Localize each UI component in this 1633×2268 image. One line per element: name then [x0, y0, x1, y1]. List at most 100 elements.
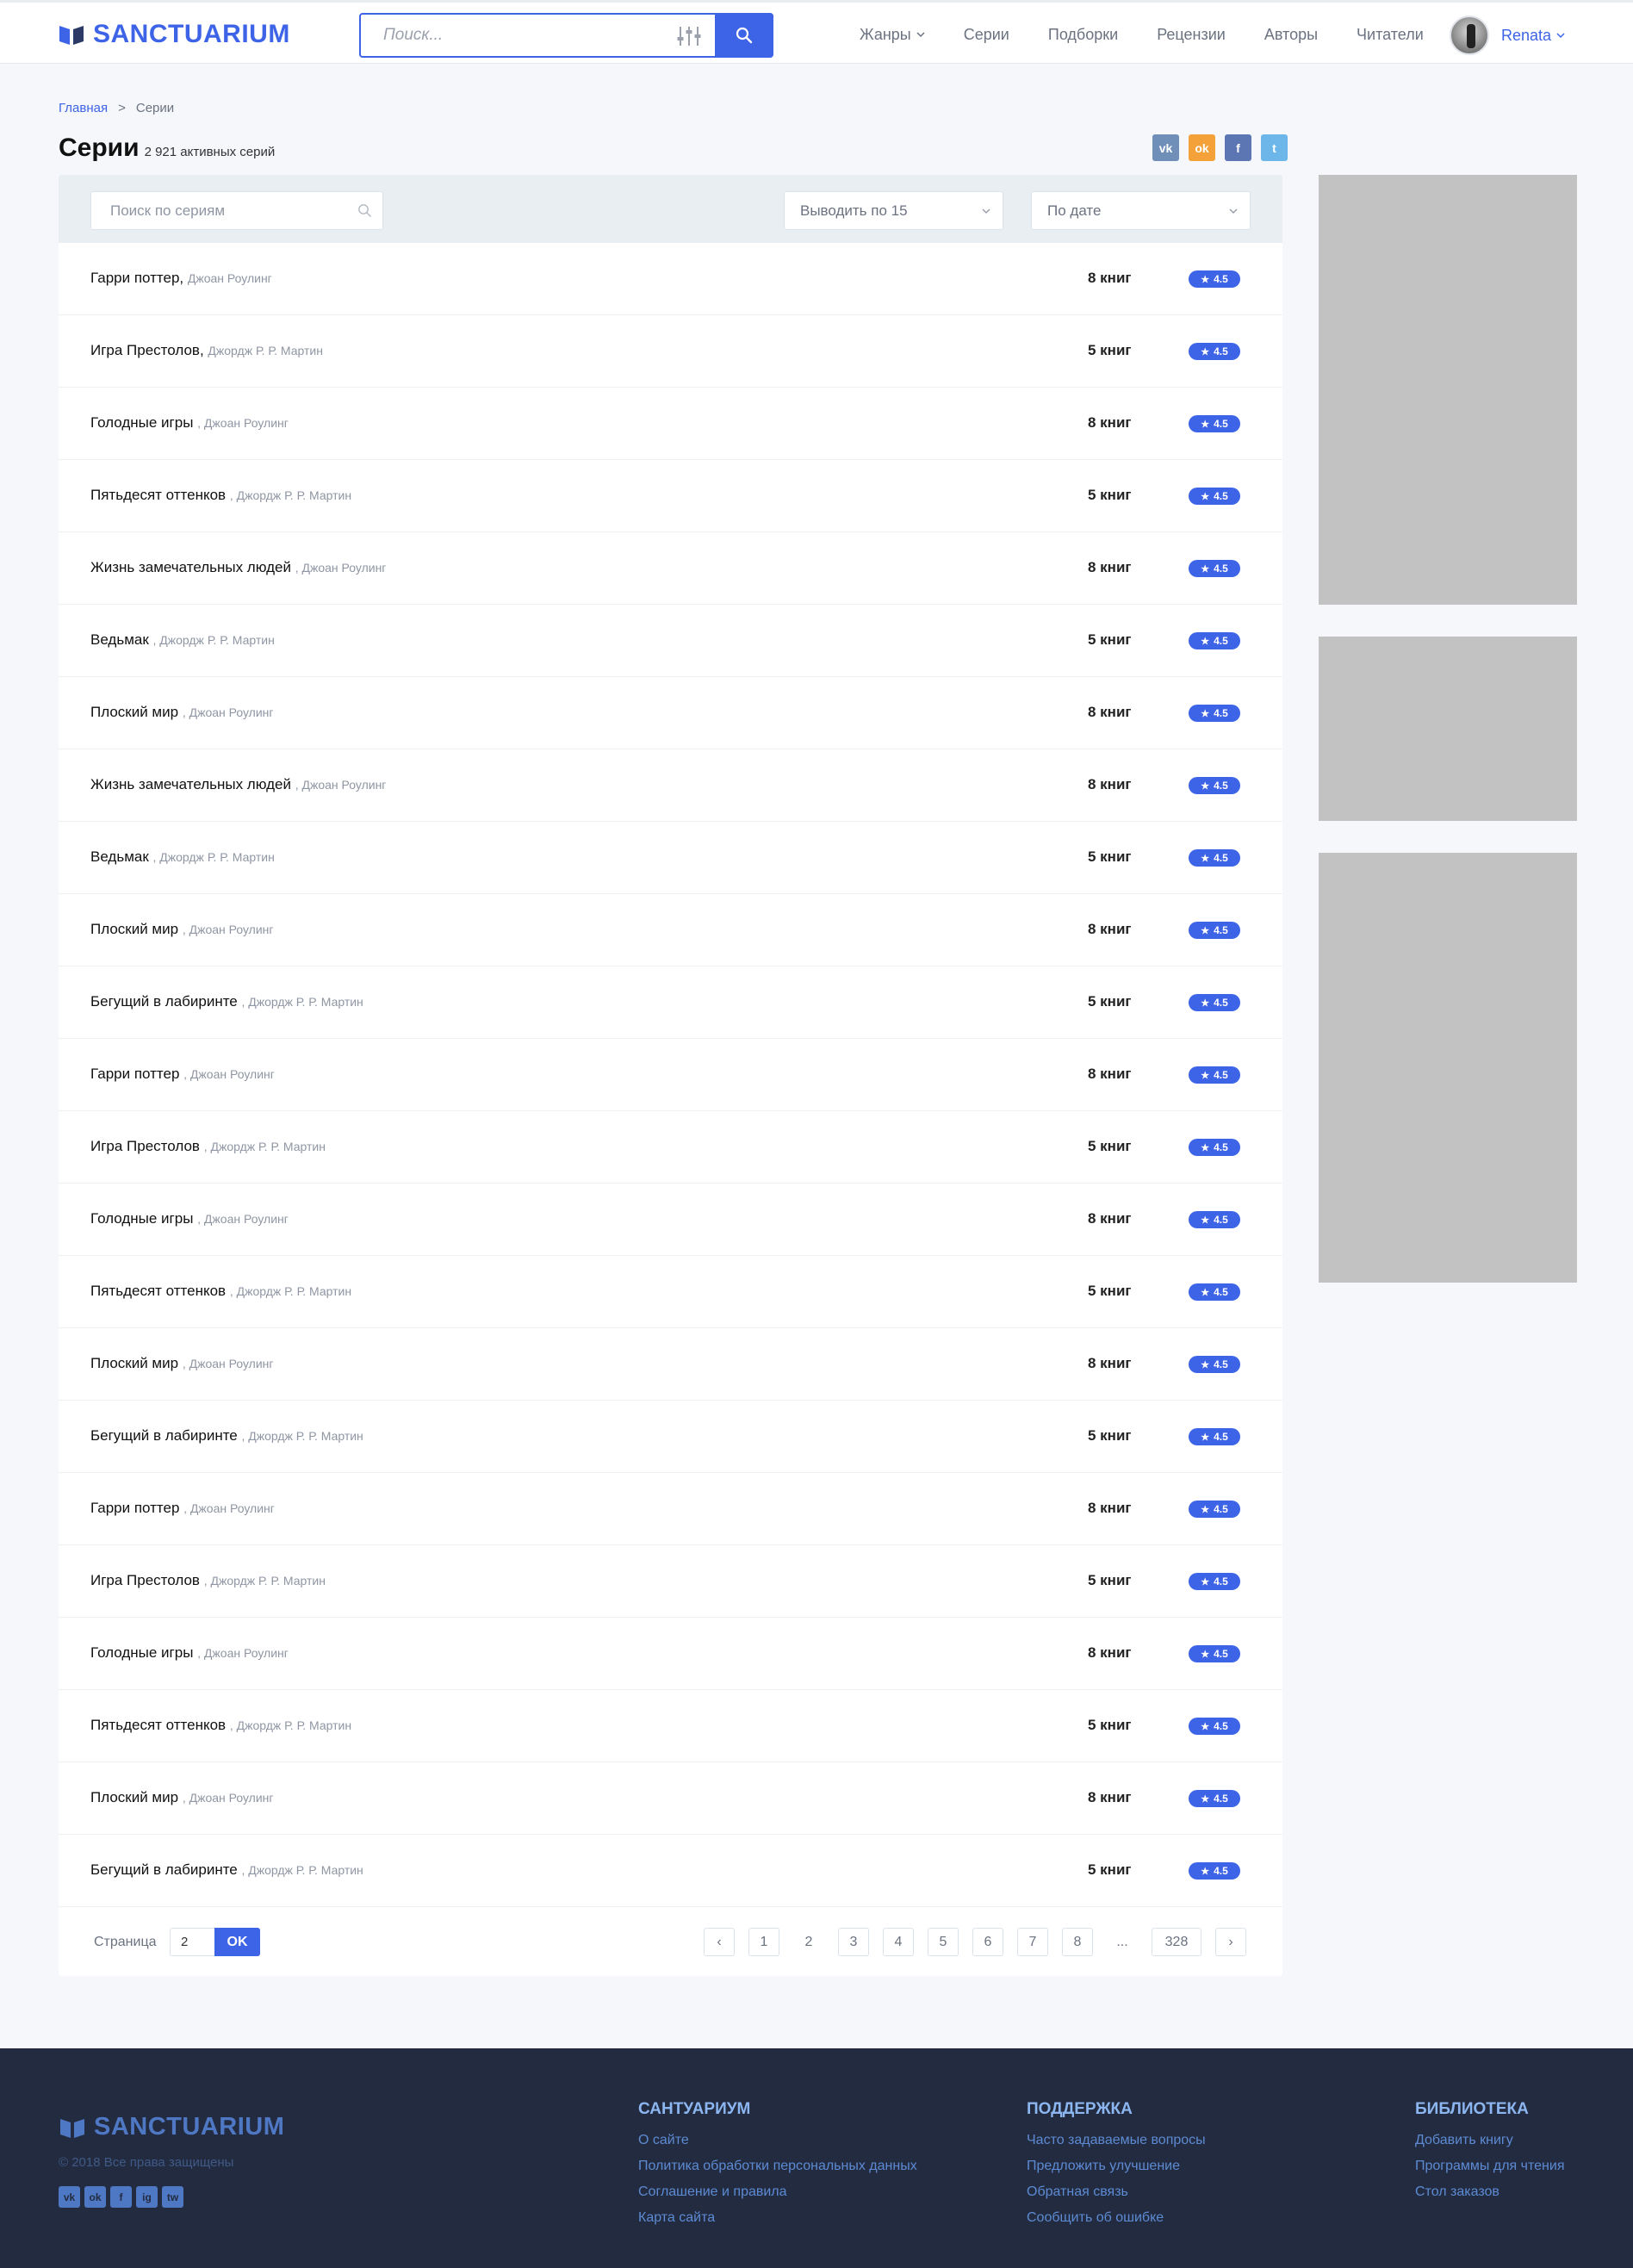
series-author[interactable]: , Джордж Р. Р. Мартин [204, 1140, 326, 1153]
pagination-page[interactable]: 5 [928, 1928, 959, 1956]
series-author[interactable]: , Джоан Роулинг [183, 705, 274, 719]
series-name[interactable]: Жизнь замечательных людей [90, 776, 291, 792]
series-row[interactable]: Бегущий в лабиринте , Джордж Р. Р. Марти… [59, 966, 1282, 1039]
series-title[interactable]: Жизнь замечательных людей , Джоан Роулин… [90, 559, 386, 576]
series-title[interactable]: Бегущий в лабиринте , Джордж Р. Р. Марти… [90, 1427, 363, 1445]
series-row[interactable]: Плоский мир , Джоан Роулинг 8 книг ★ 4.5 [59, 677, 1282, 749]
series-title[interactable]: Плоский мир , Джоан Роулинг [90, 921, 274, 938]
footer-link[interactable]: Политика обработки персональных данных [638, 2159, 917, 2174]
series-row[interactable]: Бегущий в лабиринте , Джордж Р. Р. Марти… [59, 1835, 1282, 1907]
nav-collections[interactable]: Подборки [1048, 26, 1118, 44]
series-title[interactable]: Голодные игры , Джоан Роулинг [90, 1644, 289, 1662]
series-search-input[interactable] [91, 192, 382, 229]
series-row[interactable]: Плоский мир , Джоан Роулинг 8 книг ★ 4.5 [59, 894, 1282, 966]
series-author[interactable]: , Джордж Р. Р. Мартин [153, 850, 275, 864]
series-row[interactable]: Жизнь замечательных людей , Джоан Роулин… [59, 749, 1282, 822]
footer-logo[interactable]: SANCTUARIUM [59, 2113, 284, 2141]
series-author[interactable]: , Джордж Р. Р. Мартин [242, 1863, 363, 1877]
series-name[interactable]: Пятьдесят оттенков [90, 1283, 226, 1299]
series-name[interactable]: Бегущий в лабиринте [90, 993, 238, 1010]
series-title[interactable]: Голодные игры , Джоан Роулинг [90, 414, 289, 432]
pagination-page[interactable]: 2 [793, 1928, 824, 1956]
series-name[interactable]: Жизнь замечательных людей [90, 559, 291, 575]
series-row[interactable]: Голодные игры , Джоан Роулинг 8 книг ★ 4.5 [59, 388, 1282, 460]
series-title[interactable]: Гарри поттер, Джоан Роулинг [90, 270, 272, 287]
series-author[interactable]: , Джоан Роулинг [197, 416, 289, 430]
series-author[interactable]: Джоан Роулинг [188, 271, 272, 285]
series-author[interactable]: , Джордж Р. Р. Мартин [230, 488, 351, 502]
series-title[interactable]: Плоский мир , Джоан Роулинг [90, 1355, 274, 1372]
series-name[interactable]: Голодные игры [90, 1644, 193, 1661]
series-name[interactable]: Бегущий в лабиринте [90, 1427, 238, 1444]
page-jump-input[interactable] [170, 1928, 215, 1956]
series-title[interactable]: Жизнь замечательных людей , Джоан Роулин… [90, 776, 386, 793]
global-search-button[interactable] [715, 13, 773, 58]
filter-sliders-icon[interactable] [676, 25, 702, 47]
series-name[interactable]: Ведьмак [90, 848, 149, 865]
series-title[interactable]: Игра Престолов, Джордж Р. Р. Мартин [90, 342, 323, 359]
series-author[interactable]: , Джоан Роулинг [183, 923, 274, 936]
series-name[interactable]: Игра Престолов [90, 1138, 200, 1154]
series-author[interactable]: , Джоан Роулинг [197, 1212, 289, 1226]
pagination-page[interactable]: 6 [972, 1928, 1003, 1956]
series-row[interactable]: Жизнь замечательных людей , Джоан Роулин… [59, 532, 1282, 605]
series-author[interactable]: , Джоан Роулинг [183, 1067, 275, 1081]
series-row[interactable]: Ведьмак , Джордж Р. Р. Мартин 5 книг ★ 4.5 [59, 605, 1282, 677]
instagram-icon[interactable]: ig [136, 2186, 158, 2208]
series-name[interactable]: Голодные игры [90, 1210, 193, 1227]
series-row[interactable]: Гарри поттер, Джоан Роулинг 8 книг ★ 4.5 [59, 243, 1282, 315]
series-name[interactable]: Плоский мир [90, 921, 178, 937]
site-logo[interactable]: SANCTUARIUM [59, 20, 290, 49]
series-name[interactable]: Ведьмак [90, 631, 149, 648]
series-row[interactable]: Игра Престолов , Джордж Р. Р. Мартин 5 кн… [59, 1111, 1282, 1184]
series-title[interactable]: Плоский мир , Джоан Роулинг [90, 704, 274, 721]
facebook-share-icon[interactable]: f [1225, 134, 1251, 161]
series-author[interactable]: , Джоан Роулинг [183, 1357, 274, 1370]
series-author[interactable]: , Джоан Роулинг [183, 1791, 274, 1805]
pagination-next-button[interactable]: › [1215, 1928, 1246, 1956]
series-author[interactable]: , Джоан Роулинг [295, 778, 387, 792]
nav-reviews[interactable]: Рецензии [1157, 26, 1226, 44]
series-name[interactable]: Пятьдесят оттенков [90, 1717, 226, 1733]
series-title[interactable]: Ведьмак , Джордж Р. Р. Мартин [90, 848, 275, 866]
series-row[interactable]: Игра Престолов, Джордж Р. Р. Мартин 5 кни… [59, 315, 1282, 388]
global-search-input[interactable] [361, 15, 716, 56]
series-author[interactable]: , Джоан Роулинг [197, 1646, 289, 1660]
series-author[interactable]: , Джордж Р. Р. Мартин [204, 1574, 326, 1588]
series-title[interactable]: Гарри поттер , Джоан Роулинг [90, 1066, 275, 1083]
pagination-page[interactable]: 4 [883, 1928, 914, 1956]
series-author[interactable]: , Джоан Роулинг [183, 1501, 275, 1515]
series-name[interactable]: Пятьдесят оттенков [90, 487, 226, 503]
footer-link[interactable]: О сайте [638, 2133, 917, 2148]
per-page-select[interactable]: Выводить по 15 [784, 191, 1003, 230]
series-title[interactable]: Бегущий в лабиринте , Джордж Р. Р. Марти… [90, 1861, 363, 1879]
series-row[interactable]: Пятьдесят оттенков , Джордж Р. Р. Мартин… [59, 1256, 1282, 1328]
pagination-prev-button[interactable]: ‹ [704, 1928, 735, 1956]
footer-link[interactable]: Программы для чтения [1415, 2159, 1564, 2174]
series-row[interactable]: Игра Престолов , Джордж Р. Р. Мартин 5 кн… [59, 1545, 1282, 1618]
series-row[interactable]: Голодные игры , Джоан Роулинг 8 книг ★ 4.5 [59, 1618, 1282, 1690]
pagination-page[interactable]: 328 [1152, 1928, 1201, 1956]
vk-share-icon[interactable]: vk [1152, 134, 1179, 161]
pagination-page[interactable]: 3 [838, 1928, 869, 1956]
series-name[interactable]: Бегущий в лабиринте [90, 1861, 238, 1878]
series-name[interactable]: Гарри поттер [90, 1066, 179, 1082]
twitter-share-icon[interactable]: t [1261, 134, 1288, 161]
series-author[interactable]: , Джордж Р. Р. Мартин [242, 1429, 363, 1443]
series-row[interactable]: Плоский мир , Джоан Роулинг 8 книг ★ 4.5 [59, 1762, 1282, 1835]
series-title[interactable]: Игра Престолов , Джордж Р. Р. Мартин [90, 1572, 326, 1589]
series-name[interactable]: Гарри поттер, [90, 270, 183, 286]
series-row[interactable]: Пятьдесят оттенков , Джордж Р. Р. Мартин… [59, 1690, 1282, 1762]
series-author[interactable]: , Джоан Роулинг [295, 561, 387, 575]
twitter-icon[interactable]: tw [162, 2186, 183, 2208]
ok-share-icon[interactable]: ok [1189, 134, 1215, 161]
nav-authors[interactable]: Авторы [1264, 26, 1318, 44]
series-author[interactable]: , Джордж Р. Р. Мартин [230, 1718, 351, 1732]
series-row[interactable]: Голодные игры , Джоан Роулинг 8 книг ★ 4.5 [59, 1184, 1282, 1256]
footer-link[interactable]: Часто задаваемые вопросы [1027, 2133, 1206, 2148]
series-title[interactable]: Пятьдесят оттенков , Джордж Р. Р. Мартин [90, 1283, 351, 1300]
pagination-page[interactable]: 8 [1062, 1928, 1093, 1956]
sort-select[interactable]: По дате [1031, 191, 1251, 230]
facebook-icon[interactable]: f [110, 2186, 132, 2208]
series-name[interactable]: Игра Престолов, [90, 342, 204, 358]
